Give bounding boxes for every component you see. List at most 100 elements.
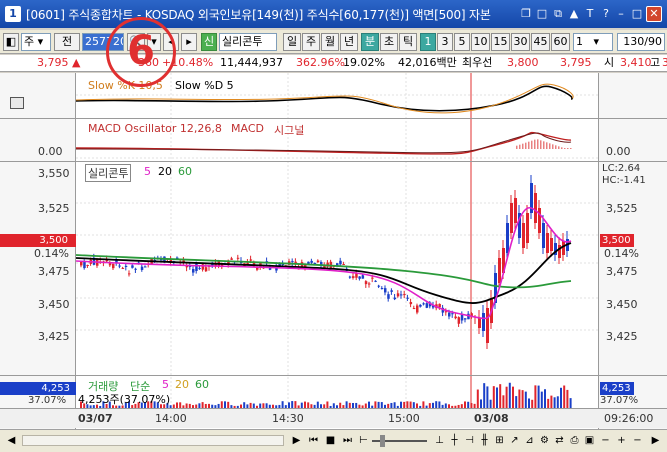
zoom-minus-icon[interactable]: − — [598, 433, 613, 448]
scroll-left-icon[interactable]: ◀ — [4, 433, 19, 448]
minute-15[interactable]: 15 — [491, 33, 510, 51]
volume-bar — [550, 395, 553, 408]
pane-divider[interactable] — [0, 161, 667, 162]
y-tick: 3,525 — [38, 202, 70, 215]
period-tick[interactable]: 틱 — [399, 33, 417, 51]
minute-10[interactable]: 10 — [471, 33, 490, 51]
minute-1[interactable]: 1 — [420, 33, 436, 51]
candle-body — [361, 275, 365, 279]
window-mode-icon[interactable]: □ — [535, 6, 549, 21]
minute-30[interactable]: 30 — [511, 33, 530, 51]
high-label: 고 — [650, 56, 661, 69]
open-label: 시 — [604, 56, 615, 69]
app-icon: 1 — [5, 6, 21, 22]
candle-body — [482, 313, 485, 331]
cascade-icon[interactable]: ⧉ — [551, 6, 565, 21]
line-tool-icon[interactable]: ⊣ — [462, 433, 477, 448]
macd-osc-bar — [516, 145, 518, 149]
bar-tool-icon[interactable]: ╫ — [477, 433, 492, 448]
zoom-plus-icon[interactable]: + — [614, 433, 629, 448]
pin-icon[interactable]: ▲ — [567, 6, 581, 21]
data-count-input[interactable]: 130/90 — [617, 33, 665, 51]
link-window-icon[interactable]: ❐ — [519, 6, 533, 21]
volume-ratio: 362.96% — [296, 56, 345, 69]
volume-bar — [224, 401, 226, 408]
candle-body — [514, 198, 517, 223]
text-icon[interactable]: T — [583, 6, 597, 21]
trend-tool-icon[interactable]: ↗ — [507, 433, 522, 448]
close-icon[interactable]: ✕ — [646, 6, 662, 22]
candle-body — [522, 223, 525, 248]
candle-body — [291, 261, 294, 263]
candle-body — [339, 260, 342, 265]
compare-icon[interactable]: ⇄ — [552, 433, 567, 448]
macd-osc-bar — [525, 142, 527, 149]
current-price-tag: 3,500 — [0, 234, 76, 247]
candle-body — [384, 288, 387, 293]
candle-body — [538, 208, 541, 233]
maximize-icon[interactable]: □ — [630, 6, 644, 21]
minute-60[interactable]: 60 — [551, 33, 570, 51]
x-label-date: 03/08 — [474, 412, 509, 425]
volume-bar — [476, 389, 479, 408]
print-icon[interactable]: ⎙ — [567, 433, 582, 448]
grid-settings-icon[interactable] — [10, 97, 24, 109]
next-stock-icon[interactable]: ▸ — [181, 33, 197, 51]
period-day[interactable]: 일 — [283, 33, 301, 51]
period-month[interactable]: 월 — [321, 33, 339, 51]
layout-icon[interactable]: ◧ — [3, 33, 19, 51]
x-label-date: 03/07 — [78, 412, 113, 425]
candle-body — [236, 257, 240, 259]
zoom-minus-icon[interactable]: − — [630, 433, 645, 448]
chart-controls: ◀ ▶ ⏮ ■ ⏭ ⊢ ⊥ ┼ ⊣ ╫ ⊞ ↗ ⊿ ⚙ ⇄ ⎙ ▣ − + − … — [0, 429, 667, 452]
period-minute[interactable]: 분 — [361, 33, 379, 51]
save-icon[interactable]: ▣ — [582, 433, 597, 448]
volume-bar — [505, 386, 508, 408]
market-select[interactable]: 주 ▾ — [21, 33, 51, 51]
fib-tool-icon[interactable]: ⊿ — [522, 433, 537, 448]
pane-divider[interactable] — [0, 118, 667, 119]
play-icon[interactable]: ▶ — [289, 433, 304, 448]
period-week[interactable]: 주 — [302, 33, 320, 51]
crosshair-icon[interactable]: ┼ — [447, 433, 462, 448]
help-icon[interactable]: ? — [599, 6, 613, 21]
macd-osc-bar — [561, 147, 563, 149]
settings-icon[interactable]: ⚙ — [537, 433, 552, 448]
all-button[interactable]: 전 — [54, 33, 80, 51]
period-year[interactable]: 년 — [340, 33, 358, 51]
candle-body — [342, 263, 345, 265]
up-arrow-icon: ▲ — [72, 56, 81, 69]
minute-5[interactable]: 5 — [454, 33, 470, 51]
minute-3[interactable]: 3 — [437, 33, 453, 51]
scroll-right-icon[interactable]: ▶ — [648, 433, 663, 448]
candle-body — [558, 245, 561, 258]
candle-body — [403, 294, 406, 296]
quote-bar: 3,795 ▲ 360 +10.48% 11,444,937 362.96% 1… — [0, 55, 667, 72]
candle-body — [393, 297, 397, 300]
volume-bar — [406, 401, 409, 408]
candle-body — [371, 277, 374, 279]
minute-45[interactable]: 45 — [531, 33, 550, 51]
period-second[interactable]: 초 — [380, 33, 398, 51]
rewind-icon[interactable]: ⏮ — [306, 433, 321, 448]
current-price: 3,795 — [37, 56, 69, 69]
volume-bar — [540, 391, 543, 408]
candle-body — [438, 303, 441, 308]
x-axis: 03/07 14:00 14:30 15:00 03/08 09:26:00 — [0, 408, 667, 428]
minimize-icon[interactable]: – — [614, 6, 628, 21]
interval-select[interactable]: 1 ▾ — [573, 33, 613, 51]
volume-bar — [537, 385, 540, 408]
zoom-out-icon[interactable]: ⊢ — [356, 433, 371, 448]
volume-ma20: 20 — [175, 378, 189, 391]
zoom-slider-thumb[interactable] — [380, 435, 385, 447]
stop-icon[interactable]: ■ — [323, 433, 338, 448]
scroll-track[interactable] — [22, 435, 284, 446]
price-legend-name: 실리콘투 — [85, 164, 132, 182]
candle-body — [510, 203, 513, 233]
macd-osc-bar — [552, 144, 554, 149]
forward-icon[interactable]: ⏭ — [340, 433, 355, 448]
candle-body — [406, 297, 409, 299]
grid-tool-icon[interactable]: ⊞ — [492, 433, 507, 448]
chart-tool-icon[interactable]: ⊥ — [432, 433, 447, 448]
pane-divider[interactable] — [0, 375, 667, 376]
